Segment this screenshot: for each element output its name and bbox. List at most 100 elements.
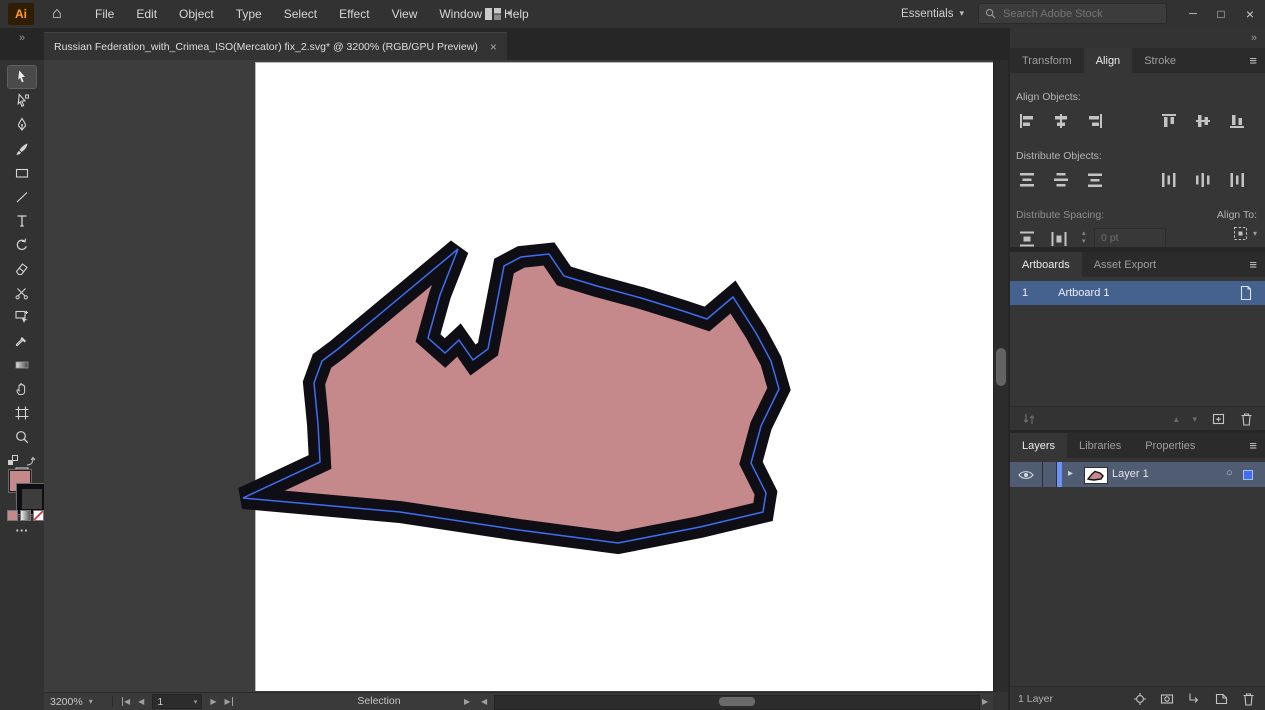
type-tool[interactable] (8, 210, 36, 232)
direct-selection-tool[interactable] (8, 90, 36, 112)
illustrator-logo[interactable]: Ai (8, 3, 34, 25)
artboards-panel-menu-icon[interactable]: ≡ (1241, 252, 1265, 277)
arrange-documents-button[interactable]: ▾ (484, 0, 512, 27)
delete-artboard-icon[interactable] (1240, 412, 1253, 426)
new-layer-icon[interactable] (1214, 692, 1229, 706)
none-button[interactable] (33, 510, 44, 521)
workspace-switcher[interactable]: Essentials ▾ (901, 8, 964, 20)
tab-artboards[interactable]: Artboards (1010, 252, 1082, 277)
tab-asset-export[interactable]: Asset Export (1082, 252, 1168, 277)
layer-thumbnail[interactable] (1084, 467, 1108, 484)
tab-properties[interactable]: Properties (1133, 433, 1207, 458)
scissors-tool[interactable] (8, 282, 36, 304)
rotate-tool[interactable] (8, 234, 36, 256)
tab-layers[interactable]: Layers (1010, 433, 1067, 458)
align-right-button[interactable] (1082, 109, 1108, 133)
move-artboard-down-button[interactable]: ▾ (1192, 414, 1197, 425)
new-artboard-icon[interactable] (1211, 412, 1226, 426)
line-segment-tool[interactable] (8, 186, 36, 208)
edit-toolbar-button[interactable]: ··· (8, 519, 36, 541)
previous-artboard-button[interactable]: ◀ (138, 697, 144, 706)
hscroll-right-arrow[interactable]: ▶ (982, 697, 988, 706)
panel-dock-collapse-button[interactable]: » (1010, 28, 1265, 48)
minimize-button[interactable]: ─ (1179, 0, 1207, 27)
locate-object-icon[interactable] (1133, 692, 1147, 706)
layer-row[interactable]: ▸ Layer 1 ○ (1010, 462, 1265, 487)
eyedropper-tool[interactable] (8, 330, 36, 352)
tab-stroke[interactable]: Stroke (1132, 48, 1188, 73)
move-artboard-up-button[interactable]: ▴ (1174, 414, 1179, 425)
maximize-button[interactable]: □ (1207, 0, 1235, 27)
stepper-down-icon[interactable]: ▾ (1082, 238, 1086, 245)
align-horizontal-center-button[interactable] (1048, 109, 1074, 133)
tab-align[interactable]: Align (1084, 48, 1132, 73)
rectangle-tool[interactable] (8, 162, 36, 184)
align-to-button[interactable]: ▾ (1232, 225, 1257, 242)
menu-select[interactable]: Select (273, 7, 328, 21)
close-button[interactable]: × (1235, 0, 1265, 27)
distribute-right-button[interactable] (1224, 168, 1250, 192)
clipping-mask-icon[interactable] (1160, 692, 1174, 706)
menu-object[interactable]: Object (168, 7, 225, 21)
tab-close-icon[interactable]: × (490, 40, 497, 54)
toolbar-collapse-button[interactable]: » (0, 28, 44, 48)
layer-selection-indicator[interactable] (1243, 470, 1253, 480)
new-sublayer-icon[interactable] (1187, 692, 1201, 706)
distribute-top-button[interactable] (1014, 168, 1040, 192)
last-artboard-button[interactable]: ▶ (224, 697, 232, 706)
layers-panel-menu-icon[interactable]: ≡ (1241, 433, 1265, 458)
gradient-tool[interactable] (8, 354, 36, 376)
stock-search-box[interactable] (978, 3, 1167, 24)
next-artboard-button[interactable]: ▶ (210, 697, 216, 706)
layer-name[interactable]: Layer 1 (1112, 468, 1149, 480)
paintbrush-tool[interactable] (8, 138, 36, 160)
distribute-bottom-button[interactable] (1082, 168, 1108, 192)
delete-layer-icon[interactable] (1242, 692, 1255, 706)
hand-tool[interactable] (8, 378, 36, 400)
hscroll-left-arrow[interactable]: ◀ (481, 697, 487, 706)
stepper-up-icon[interactable]: ▴ (1082, 230, 1086, 237)
gradient-button[interactable] (20, 510, 31, 521)
zoom-control[interactable]: 3200% ▾ (50, 693, 93, 710)
layer-lock-cell[interactable] (1042, 462, 1057, 487)
menu-effect[interactable]: Effect (328, 7, 380, 21)
first-artboard-button[interactable]: ◀ (122, 697, 130, 706)
align-top-button[interactable] (1156, 109, 1182, 133)
menu-edit[interactable]: Edit (125, 7, 168, 21)
crimea-shape[interactable] (243, 249, 779, 543)
search-input[interactable] (1001, 7, 1160, 21)
vertical-scrollbar-thumb[interactable] (996, 348, 1006, 386)
spacing-value-field[interactable]: 0 pt (1094, 228, 1166, 248)
align-left-button[interactable] (1014, 109, 1040, 133)
home-icon[interactable]: ⌂ (44, 0, 70, 27)
horizontal-scrollbar-thumb[interactable] (719, 697, 755, 706)
artboard-row[interactable]: 1 Artboard 1 (1010, 281, 1265, 305)
zoom-tool[interactable] (8, 426, 36, 448)
status-expand-button[interactable]: ▶ (464, 697, 470, 706)
menu-view[interactable]: View (381, 7, 429, 21)
horizontal-scrollbar[interactable] (494, 695, 980, 710)
artboard-tool[interactable] (8, 402, 36, 424)
eraser-tool[interactable] (8, 258, 36, 280)
layer-visibility-cell[interactable] (1010, 462, 1043, 487)
color-button[interactable] (7, 510, 18, 521)
distribute-vertical-center-button[interactable] (1048, 168, 1074, 192)
align-vertical-center-button[interactable] (1190, 109, 1216, 133)
reorder-artboards-icon[interactable] (1022, 412, 1036, 426)
pen-tool[interactable] (8, 114, 36, 136)
artboard-row-name[interactable]: Artboard 1 (1058, 287, 1109, 299)
distribute-left-button[interactable] (1156, 168, 1182, 192)
menu-file[interactable]: File (84, 7, 125, 21)
swap-fill-stroke[interactable] (7, 454, 37, 468)
selection-tool[interactable] (8, 66, 36, 88)
spacing-stepper[interactable]: ▴ ▾ (1082, 230, 1086, 245)
vertical-scrollbar[interactable] (993, 60, 1009, 692)
layer-expand-chevron[interactable]: ▸ (1068, 468, 1073, 479)
canvas-area[interactable] (44, 60, 993, 692)
distribute-horizontal-center-button[interactable] (1190, 168, 1216, 192)
align-panel-menu-icon[interactable]: ≡ (1241, 48, 1265, 73)
artboard-number-field[interactable]: 1 ▾ (152, 694, 202, 709)
tab-libraries[interactable]: Libraries (1067, 433, 1133, 458)
document-tab[interactable]: Russian Federation_with_Crimea_ISO(Merca… (44, 32, 507, 61)
artwork-layer[interactable] (44, 60, 993, 692)
